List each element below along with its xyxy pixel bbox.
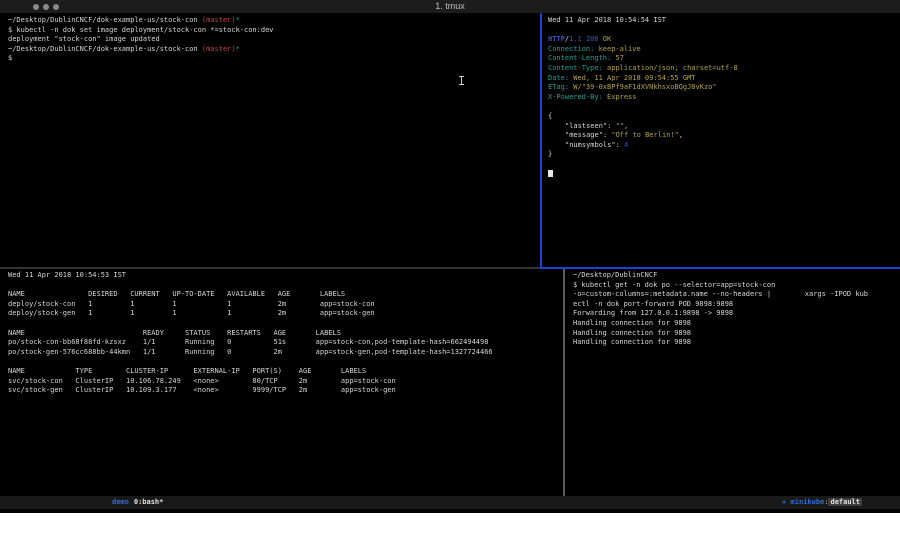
json-value: "Off to Berlin!" bbox=[611, 131, 678, 139]
kubernetes-helm-icon: ⎈ bbox=[782, 498, 786, 506]
http-version: 1.1 bbox=[569, 35, 586, 43]
http-protocol: HTTP bbox=[548, 35, 565, 43]
pane-port-forward-bottom-right[interactable]: ~/Desktop/DublinCNCF $ kubectl get -n do… bbox=[566, 269, 900, 496]
http-header: Content-Type: application/json; charset=… bbox=[548, 64, 900, 74]
table-row: deploy/stock-con 1 1 1 1 2m app=stock-co… bbox=[8, 300, 561, 310]
terminal-cursor bbox=[548, 170, 553, 177]
json-key: "message" bbox=[565, 131, 603, 139]
window-tab-bash[interactable]: 0:bash* bbox=[134, 498, 164, 506]
text-cursor-pointer bbox=[459, 76, 464, 85]
terminal-window: 1. tmux ~/Desktop/DublinCNCF/dok-example… bbox=[0, 0, 900, 513]
header-name: Content-Length: bbox=[548, 54, 611, 62]
table-row: svc/stock-con ClusterIP 10.106.78.249 <n… bbox=[8, 377, 561, 387]
json-entry: "message": "Off to Berlin!", bbox=[548, 131, 900, 141]
header-value: Express bbox=[603, 93, 637, 101]
blank-line bbox=[8, 281, 561, 291]
json-value: 4 bbox=[624, 141, 628, 149]
json-comma: , bbox=[679, 131, 683, 139]
prompt-path: ~/Desktop/DublinCNCF/dok-example-us/stoc… bbox=[8, 16, 202, 24]
pane-shell-top-left[interactable]: ~/Desktop/DublinCNCF/dok-example-us/stoc… bbox=[0, 13, 538, 267]
tmux-status-bar: demo 0:bash* ⎈ minikube:default bbox=[0, 496, 900, 509]
pods-table-header: NAME READY STATUS RESTARTS AGE LABELS bbox=[8, 329, 561, 339]
blank-line bbox=[8, 319, 561, 329]
json-colon: : bbox=[616, 141, 624, 149]
http-reason: OK bbox=[603, 35, 611, 43]
cwd-line: ~/Desktop/DublinCNCF bbox=[573, 271, 900, 281]
prompt-symbol: $ bbox=[8, 54, 538, 64]
deployments-table-header: NAME DESIRED CURRENT UP-TO-DATE AVAILABL… bbox=[8, 290, 561, 300]
command-continuation: ectl -n dok port-forward POD 9898:9898 bbox=[573, 300, 900, 310]
status-right: ⎈ minikube:default bbox=[782, 496, 862, 509]
git-dirty-flag: * bbox=[236, 45, 240, 53]
header-value: Wed, 11 Apr 2018 09:54:55 GMT bbox=[569, 74, 695, 82]
command-continuation: -o=custom-columns=:metadata.name --no-he… bbox=[573, 290, 900, 300]
json-close-brace: } bbox=[548, 150, 900, 160]
table-row: svc/stock-gen ClusterIP 10.109.3.177 <no… bbox=[8, 386, 561, 396]
handling-connection-output: Handling connection for 9898 bbox=[573, 319, 900, 329]
pane-border-vertical-bottom[interactable] bbox=[563, 269, 565, 496]
json-entry: "numsymbols": 4 bbox=[548, 141, 900, 151]
header-name: ETag: bbox=[548, 83, 569, 91]
prompt-path: ~/Desktop/DublinCNCF/dok-example-us/stoc… bbox=[8, 45, 202, 53]
json-value: "" bbox=[616, 122, 624, 130]
forwarding-output: Forwarding from 127.0.0.1:9898 -> 9898 bbox=[573, 309, 900, 319]
table-row: po/stock-con-bb68f88fd-kzsxz 1/1 Running… bbox=[8, 338, 561, 348]
kube-context: minikube bbox=[791, 498, 825, 506]
json-key: "lastseen" bbox=[565, 122, 607, 130]
blank-line bbox=[548, 26, 900, 36]
services-table-header: NAME TYPE CLUSTER-IP EXTERNAL-IP PORT(S)… bbox=[8, 367, 561, 377]
handling-connection-output: Handling connection for 9898 bbox=[573, 338, 900, 348]
header-value: 57 bbox=[611, 54, 624, 62]
header-name: X-Powered-By: bbox=[548, 93, 603, 101]
kube-namespace: default bbox=[828, 498, 862, 506]
window-title: 1. tmux bbox=[0, 1, 900, 11]
table-row: deploy/stock-gen 1 1 1 1 2m app=stock-ge… bbox=[8, 309, 561, 319]
kubectl-get-command: $ kubectl get -n dok po --selector=app=s… bbox=[573, 281, 900, 291]
command-output: deployment "stock-con" image updated bbox=[8, 35, 538, 45]
kubectl-set-image-command: $ kubectl -n dok set image deployment/st… bbox=[8, 26, 538, 36]
header-value: application/json; charset=utf-8 bbox=[603, 64, 738, 72]
prompt-line: ~/Desktop/DublinCNCF/dok-example-us/stoc… bbox=[8, 16, 538, 26]
prompt-line: ~/Desktop/DublinCNCF/dok-example-us/stoc… bbox=[8, 45, 538, 55]
table-row: po/stock-gen-576cc688bb-44kmn 1/1 Runnin… bbox=[8, 348, 561, 358]
http-status-line: HTTP/1.1 200 OK bbox=[548, 35, 900, 45]
header-name: Connection: bbox=[548, 45, 594, 53]
json-colon: : bbox=[607, 122, 615, 130]
json-key: "numsymbols" bbox=[565, 141, 616, 149]
http-header: ETag: W/"39-0xBPf9aF1dXVNkhsxoBQgJ8vKzo" bbox=[548, 83, 900, 93]
header-value: W/"39-0xBPf9aF1dXVNkhsxoBQgJ8vKzo" bbox=[569, 83, 717, 91]
http-status-code: 200 bbox=[586, 35, 603, 43]
blank-line bbox=[548, 102, 900, 112]
git-dirty-flag: * bbox=[236, 16, 240, 24]
http-header: Connection: keep-alive bbox=[548, 45, 900, 55]
handling-connection-output: Handling connection for 9898 bbox=[573, 329, 900, 339]
pane-timestamp: Wed 11 Apr 2018 10:54:53 IST bbox=[8, 271, 561, 281]
json-open-brace: { bbox=[548, 112, 900, 122]
http-header: X-Powered-By: Express bbox=[548, 93, 900, 103]
json-entry: "lastseen": "", bbox=[548, 122, 900, 132]
status-left: demo 0:bash* bbox=[112, 496, 163, 509]
pane-timestamp: Wed 11 Apr 2018 10:54:54 IST bbox=[548, 16, 900, 26]
pane-border-vertical-top[interactable] bbox=[540, 13, 542, 269]
pane-http-response-top-right[interactable]: Wed 11 Apr 2018 10:54:54 IST HTTP/1.1 20… bbox=[542, 13, 900, 267]
session-name: demo bbox=[112, 498, 129, 506]
git-branch: (master) bbox=[202, 16, 236, 24]
header-name: Content-Type: bbox=[548, 64, 603, 72]
http-header: Date: Wed, 11 Apr 2018 09:54:55 GMT bbox=[548, 74, 900, 84]
terminal-cursor-line bbox=[548, 170, 900, 180]
blank-line bbox=[548, 160, 900, 170]
json-comma: , bbox=[624, 122, 628, 130]
http-header: Content-Length: 57 bbox=[548, 54, 900, 64]
pane-kubectl-get-bottom-left[interactable]: Wed 11 Apr 2018 10:54:53 IST NAME DESIRE… bbox=[0, 269, 561, 496]
blank-line bbox=[8, 357, 561, 367]
header-name: Date: bbox=[548, 74, 569, 82]
git-branch: (master) bbox=[202, 45, 236, 53]
header-value: keep-alive bbox=[594, 45, 640, 53]
window-titlebar: 1. tmux bbox=[0, 0, 900, 13]
